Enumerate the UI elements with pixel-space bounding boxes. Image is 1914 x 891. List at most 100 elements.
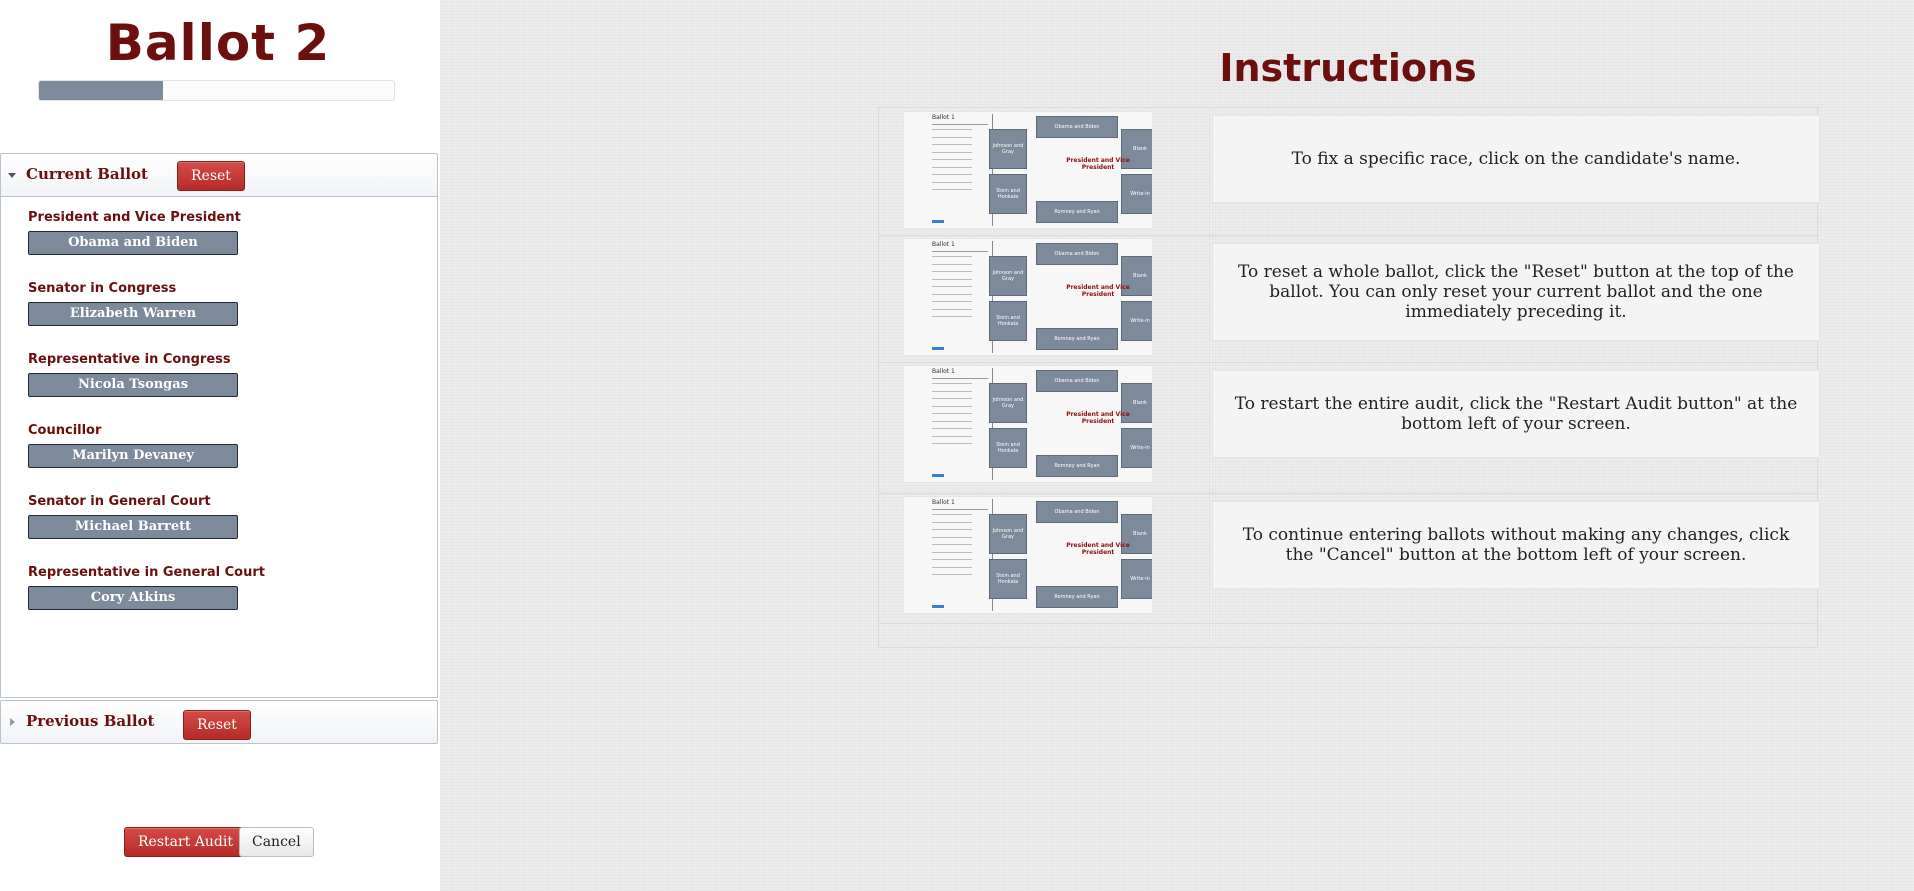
race-name: President and Vice President [28,210,241,225]
thumbnail-candidate-box: Write-in [1121,301,1152,341]
thumbnail-race-label: President and Vice President [1066,542,1130,556]
collapse-triangle-icon[interactable] [8,173,16,178]
thumbnail-candidate-box: Romney and Ryan [1036,586,1118,608]
race-senator-congress: Senator in Congress Elizabeth Warren [28,281,238,326]
race-president: President and Vice President Obama and B… [28,210,241,255]
ballot-sidebar: Ballot 2 Current Ballot Reset President … [0,0,440,891]
thumbnail-race-label: President and Vice President [1066,411,1130,425]
thumbnail-race-line [932,301,972,302]
candidate-button[interactable]: Cory Atkins [28,586,238,610]
thumbnail-button [932,474,944,477]
thumbnail-race-line [932,398,972,399]
thumbnail-title: Ballot 1 [932,499,955,506]
thumbnail-candidate-box: Romney and Ryan [1036,328,1118,350]
thumbnail-race-line [932,151,972,153]
candidate-button[interactable]: Michael Barrett [28,515,238,539]
thumbnail-race-line [932,443,972,444]
race-name: Senator in General Court [28,494,211,509]
thumbnail-title: Ballot 1 [932,114,955,121]
thumbnail-race-line [932,293,972,295]
instruction-row: Ballot 1 Obama and Biden Johnson and Gray B… [879,362,1820,494]
previous-ballot-reset-button[interactable]: Reset [183,710,251,740]
thumbnail-race-label: President and Vice President [1066,284,1130,298]
instruction-text: To restart the entire audit, click the "… [1212,370,1820,458]
thumbnail-race-line [932,574,972,575]
thumbnail-race-line [932,271,972,272]
candidate-button[interactable]: Marilyn Devaney [28,444,238,468]
thumbnail-race-line [932,536,972,538]
candidate-button[interactable]: Elizabeth Warren [28,302,238,326]
current-ballot-header[interactable]: Current Ballot Reset [0,153,438,197]
thumbnail-rule [932,124,988,125]
thumbnail-candidate-box: Johnson and Gray [989,383,1027,423]
race-name: Councillor [28,423,102,438]
instruction-row: Ballot 1 Obama and Biden Johnson and Gray B… [879,108,1820,236]
thumbnail-race-line [932,166,972,168]
thumbnail-race-line [932,286,972,287]
thumbnail-candidate-box: Johnson and Gray [989,129,1027,169]
ballot-progress-bar [38,80,395,101]
thumbnail-candidate-box: Johnson and Gray [989,256,1027,296]
race-representative-congress: Representative in Congress Nicola Tsonga… [28,352,238,397]
thumbnail-candidate-box: Stein and Honkala [989,301,1027,341]
instruction-screenshot: Ballot 1 Obama and Biden Johnson and Gray B… [903,496,1153,614]
current-ballot-label: Current Ballot [26,165,148,183]
instructions-table: Ballot 1 Obama and Biden Johnson and Gray B… [878,107,1820,649]
candidate-button[interactable]: Nicola Tsongas [28,373,238,397]
instruction-text: To fix a specific race, click on the can… [1212,115,1820,203]
thumbnail-race-line [932,256,972,257]
race-name: Senator in Congress [28,281,177,296]
thumbnail-race-line [932,529,972,530]
ballot-title: Ballot 2 [105,14,331,72]
thumbnail-candidate-box: Romney and Ryan [1036,201,1118,223]
thumbnail-candidate-box: Obama and Biden [1036,501,1118,523]
thumbnail-race-line [932,435,972,437]
thumbnail-candidate-box: Stein and Honkala [989,428,1027,468]
thumbnail-candidate-box: Write-in [1121,174,1152,214]
thumbnail-race-line [932,390,972,392]
thumbnail-candidate-box: Johnson and Gray [989,514,1027,554]
thumbnail-race-line [932,559,972,560]
thumbnail-button [932,220,944,223]
thumbnail-race-line [932,413,972,414]
thumbnail-title: Ballot 1 [932,368,955,375]
restart-audit-button[interactable]: Restart Audit [124,827,247,857]
thumbnail-candidate-box: Write-in [1121,559,1152,599]
thumbnail-candidate-box: Romney and Ryan [1036,455,1118,477]
thumbnail-candidate-box: Stein and Honkala [989,559,1027,599]
thumbnail-rule [932,251,988,252]
instruction-row: Ballot 1 Obama and Biden Johnson and Gray B… [879,235,1820,363]
race-councillor: Councillor Marilyn Devaney [28,423,238,468]
race-senator-general-court: Senator in General Court Michael Barrett [28,494,238,539]
thumbnail-rule [932,509,988,510]
race-name: Representative in Congress [28,352,231,367]
previous-ballot-header[interactable]: Previous Ballot Reset [0,700,438,744]
thumbnail-candidate-box: Obama and Biden [1036,116,1118,138]
thumbnail-race-line [932,383,972,384]
thumbnail-race-line [932,566,972,568]
instruction-text: To reset a whole ballot, click the "Rese… [1212,243,1820,341]
current-ballot-panel: President and Vice President Obama and B… [0,197,438,698]
previous-ballot-label: Previous Ballot [26,712,155,730]
instruction-screenshot: Ballot 1 Obama and Biden Johnson and Gray B… [903,365,1153,483]
thumbnail-candidate-box: Obama and Biden [1036,370,1118,392]
candidate-button[interactable]: Obama and Biden [28,231,238,255]
thumbnail-race-line [932,514,972,515]
current-ballot-reset-button[interactable]: Reset [177,161,245,191]
thumbnail-race-line [932,144,972,145]
thumbnail-race-line [932,420,972,422]
thumbnail-race-line [932,551,972,553]
thumbnail-race-line [932,428,972,429]
thumbnail-race-line [932,136,972,138]
instruction-screenshot: Ballot 1 Obama and Biden Johnson and Gray B… [903,111,1153,229]
thumbnail-race-line [932,189,972,190]
expand-triangle-icon[interactable] [10,718,15,726]
cancel-button[interactable]: Cancel [239,827,314,857]
thumbnail-title: Ballot 1 [932,241,955,248]
thumbnail-rule [932,378,988,379]
instruction-row: Ballot 1 Obama and Biden Johnson and Gray B… [879,493,1820,624]
instruction-screenshot: Ballot 1 Obama and Biden Johnson and Gray B… [903,238,1153,356]
thumbnail-race-line [932,181,972,183]
thumbnail-race-line [932,308,972,310]
thumbnail-race-line [932,263,972,265]
